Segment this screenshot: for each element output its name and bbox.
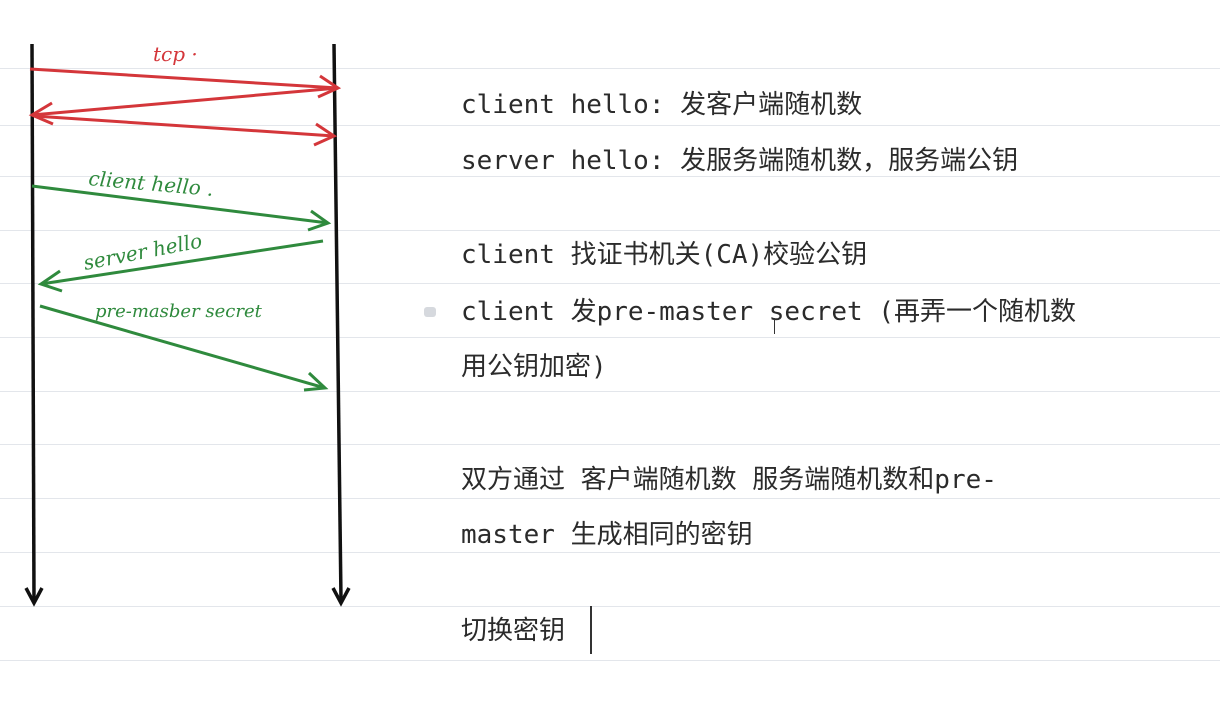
note-both-sides: 双方通过 客户端随机数 服务端随机数和pre- — [461, 465, 997, 495]
client-lifeline — [24, 43, 44, 607]
drag-handle-icon[interactable] — [424, 307, 436, 317]
pre-master-secret-label: pre-masber secret — [95, 301, 263, 322]
text-cursor — [590, 606, 592, 654]
note-server-hello: server hello: 发服务端随机数，服务端公钥 — [461, 146, 1019, 176]
server-lifeline — [331, 43, 351, 607]
note-client-hello: client hello: 发客户端随机数 — [461, 90, 863, 120]
mouse-ibeam-cursor — [774, 318, 775, 334]
tcp-ack-arrow — [33, 114, 338, 147]
handshake-diagram: tcp · client hello . server hello pre-ma… — [24, 42, 351, 607]
note-pre-master: client 发pre-master secret (再弄一个随机数 — [461, 297, 1076, 327]
note-switch-key: 切换密钥 — [461, 616, 566, 646]
tcp-label: tcp · — [153, 42, 198, 66]
note-verify-cert: client 找证书机关(CA)校验公钥 — [461, 240, 868, 270]
note-both-sides-cont: master 生成相同的密钥 — [461, 520, 753, 550]
note-pre-master-cont: 用公钥加密) — [461, 352, 607, 382]
